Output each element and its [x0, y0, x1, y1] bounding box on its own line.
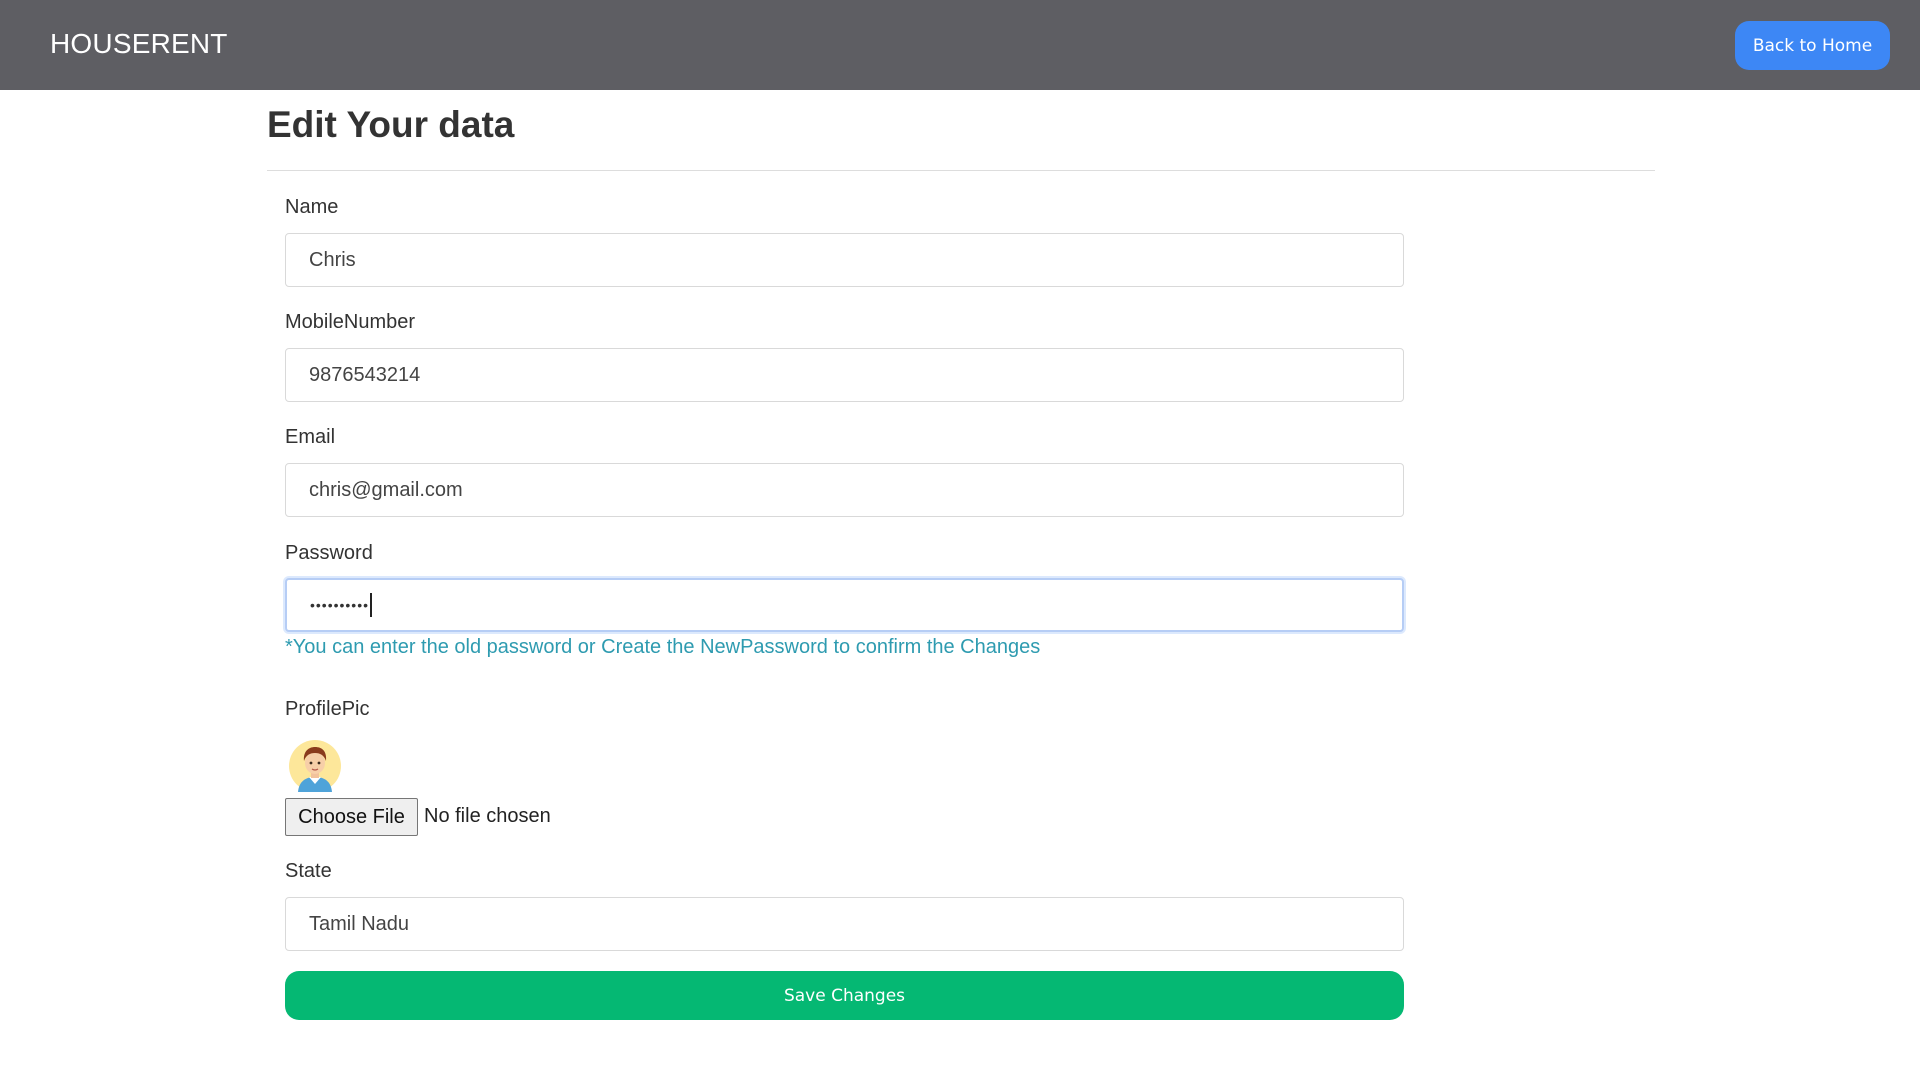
profile-pic-label: ProfilePic	[285, 698, 370, 720]
save-changes-button[interactable]: Save Changes	[285, 971, 1404, 1020]
password-label: Password	[285, 542, 373, 564]
state-label: State	[285, 860, 332, 882]
brand-logo[interactable]: HOUSERENT	[50, 28, 228, 60]
title-divider	[267, 170, 1655, 171]
user-avatar-icon	[289, 740, 341, 792]
state-input-value: Tamil Nadu	[309, 912, 410, 935]
mobile-number-label: MobileNumber	[285, 311, 416, 333]
email-input-value: chris@gmail.com	[309, 478, 463, 501]
password-hint: *You can enter the old password or Creat…	[285, 636, 1041, 658]
file-status-text: No file chosen	[424, 805, 551, 827]
back-to-home-button[interactable]: Back to Home	[1735, 21, 1890, 70]
choose-file-button[interactable]: Choose File	[285, 798, 418, 836]
name-input[interactable]: Chris	[285, 233, 1404, 287]
text-caret	[370, 593, 373, 617]
name-label: Name	[285, 196, 339, 218]
mobile-number-input[interactable]: 9876543214	[285, 348, 1404, 402]
page-title: Edit Your data	[267, 104, 515, 145]
email-input[interactable]: chris@gmail.com	[285, 463, 1404, 517]
mobile-number-input-value: 9876543214	[309, 363, 421, 386]
password-masked-value: ••••••••••	[310, 597, 370, 613]
state-input[interactable]: Tamil Nadu	[285, 897, 1404, 951]
name-input-value: Chris	[309, 248, 356, 271]
top-navbar: HOUSERENT Back to Home	[0, 0, 1920, 90]
email-label: Email	[285, 426, 336, 448]
password-input[interactable]: ••••••••••	[285, 578, 1404, 632]
